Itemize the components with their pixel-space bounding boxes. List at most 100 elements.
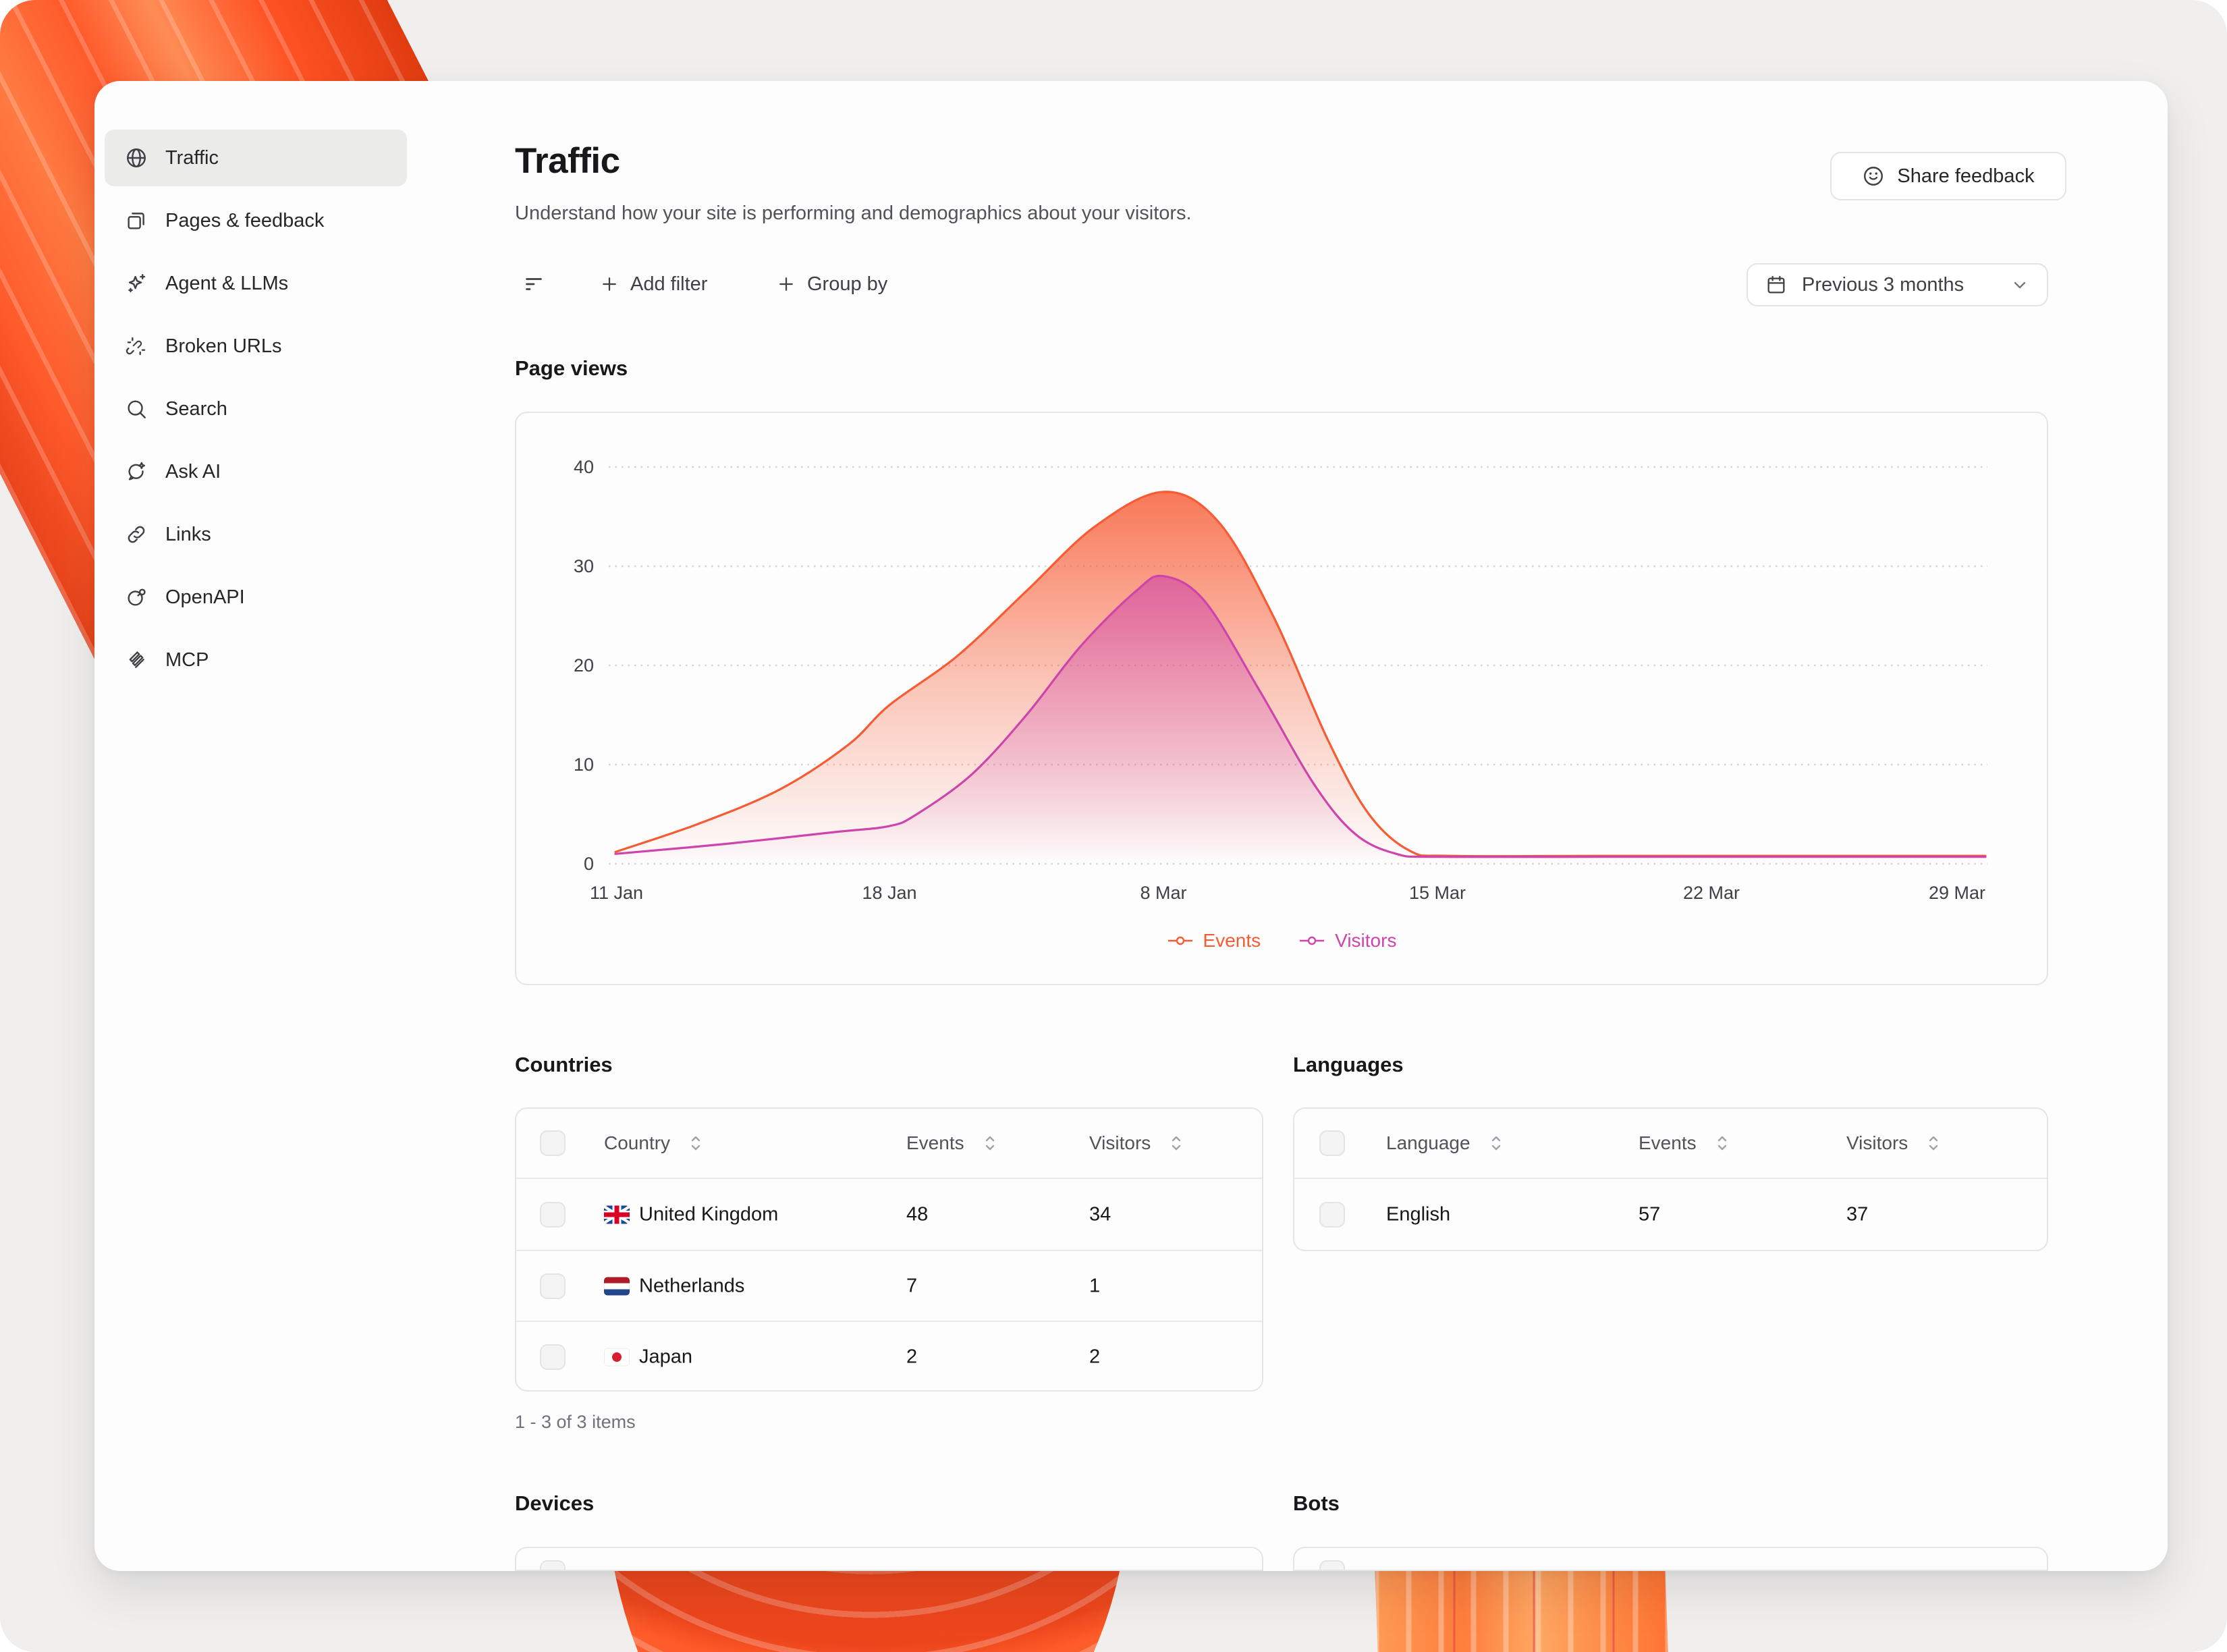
events-cell: 7	[906, 1275, 917, 1297]
broken-link-icon	[125, 335, 148, 358]
sort-icon[interactable]	[1714, 1133, 1730, 1153]
table-row[interactable]: Japan 2 2	[516, 1321, 1262, 1392]
row-checkbox[interactable]	[1319, 1202, 1345, 1228]
countries-heading: Countries	[515, 1053, 613, 1077]
legend-marker-visitors	[1298, 935, 1325, 946]
devices-table	[515, 1547, 1263, 1571]
svg-text:15 Mar: 15 Mar	[1409, 883, 1466, 903]
date-range-dropdown[interactable]: Previous 3 months	[1747, 263, 2048, 306]
chevron-down-icon	[2010, 275, 2029, 294]
table-row[interactable]: English5737	[1294, 1179, 2047, 1250]
link-icon	[125, 523, 148, 546]
sort-icon[interactable]	[1488, 1133, 1504, 1153]
visitors-cell: 2	[1089, 1346, 1100, 1368]
sort-icon[interactable]	[1168, 1133, 1184, 1153]
sort-icon[interactable]	[688, 1133, 704, 1153]
plus-icon	[776, 274, 796, 294]
sidebar-item-links[interactable]: Links	[105, 506, 407, 563]
sidebar-item-label: Pages & feedback	[165, 210, 324, 232]
legend-item-events[interactable]: Events	[1167, 930, 1261, 952]
svg-text:0: 0	[584, 854, 594, 874]
sidebar-item-label: MCP	[165, 649, 209, 671]
smiley-icon	[1862, 165, 1885, 188]
legend-item-visitors[interactable]: Visitors	[1298, 930, 1396, 952]
column-header-language: Language	[1386, 1132, 1470, 1154]
calendar-icon	[1765, 274, 1787, 296]
select-all-checkbox[interactable]	[540, 1560, 566, 1571]
group-by-label: Group by	[807, 273, 887, 296]
page-background: Traffic Pages & feedback Agent & LLMs Br…	[0, 0, 2227, 1652]
bots-heading: Bots	[1293, 1491, 1340, 1516]
bots-table	[1293, 1547, 2048, 1571]
countries-pagination-label: 1 - 3 of 3 items	[515, 1412, 636, 1433]
languages-table-header: Language Events Visitors	[1294, 1109, 2047, 1179]
legend-label: Visitors	[1335, 930, 1396, 952]
sidebar-item-label: Broken URLs	[165, 335, 281, 358]
languages-table: Language Events Visitors English5737	[1293, 1107, 2048, 1251]
svg-text:18 Jan: 18 Jan	[862, 883, 916, 903]
sidebar-item-label: Links	[165, 524, 211, 546]
row-checkbox[interactable]	[540, 1344, 566, 1370]
openapi-icon	[125, 586, 148, 609]
sidebar-item-label: Search	[165, 398, 227, 420]
sidebar-item-agent-llms[interactable]: Agent & LLMs	[105, 255, 407, 312]
app-card: Traffic Pages & feedback Agent & LLMs Br…	[94, 81, 2168, 1571]
column-header-events: Events	[906, 1132, 964, 1154]
name-cell: Netherlands	[604, 1275, 744, 1297]
add-filter-label: Add filter	[630, 273, 707, 296]
sidebar-item-openapi[interactable]: OpenAPI	[105, 569, 407, 626]
page-title: Traffic	[515, 140, 620, 182]
svg-text:22 Mar: 22 Mar	[1683, 883, 1740, 903]
row-checkbox[interactable]	[540, 1273, 566, 1299]
select-all-checkbox[interactable]	[1319, 1560, 1345, 1571]
globe-icon	[125, 146, 148, 169]
sparkles-icon	[125, 272, 148, 295]
page-views-chart[interactable]: 01020304011 Jan18 Jan8 Mar15 Mar22 Mar29…	[516, 413, 2047, 984]
flag-nl-icon	[604, 1277, 630, 1295]
flag-jp-icon	[604, 1348, 630, 1366]
row-checkbox[interactable]	[540, 1202, 566, 1228]
sidebar-item-traffic[interactable]: Traffic	[105, 130, 407, 186]
sidebar-item-broken-urls[interactable]: Broken URLs	[105, 318, 407, 375]
select-all-checkbox[interactable]	[540, 1130, 566, 1156]
filter-lines-icon	[522, 272, 546, 296]
name-cell: Japan	[604, 1346, 692, 1368]
sidebar-item-search[interactable]: Search	[105, 381, 407, 437]
chart-legend: Events Visitors	[516, 930, 2047, 952]
group-by-button[interactable]: Group by	[776, 263, 887, 305]
name-cell: United Kingdom	[604, 1203, 778, 1226]
svg-text:10: 10	[574, 754, 594, 775]
column-header-country: Country	[604, 1132, 670, 1154]
sidebar-item-pages-feedback[interactable]: Pages & feedback	[105, 192, 407, 249]
add-filter-button[interactable]: Add filter	[599, 263, 707, 305]
page-views-chart-card: 01020304011 Jan18 Jan8 Mar15 Mar22 Mar29…	[515, 412, 2048, 985]
share-feedback-button[interactable]: Share feedback	[1830, 152, 2066, 200]
countries-table: Country Events Visitors United Kingdom48…	[515, 1107, 1263, 1392]
layers-icon	[125, 649, 148, 671]
share-feedback-label: Share feedback	[1897, 165, 2034, 188]
sidebar-item-mcp[interactable]: MCP	[105, 632, 407, 688]
filter-button[interactable]	[522, 263, 546, 305]
page-views-heading: Page views	[515, 356, 628, 381]
sidebar-item-label: OpenAPI	[165, 586, 245, 609]
sort-icon[interactable]	[982, 1133, 998, 1153]
events-cell: 48	[906, 1203, 928, 1226]
column-header-events: Events	[1639, 1132, 1697, 1154]
svg-text:8 Mar: 8 Mar	[1140, 883, 1186, 903]
select-all-checkbox[interactable]	[1319, 1130, 1345, 1156]
sort-icon[interactable]	[1925, 1133, 1942, 1153]
screenshot-root: Traffic Pages & feedback Agent & LLMs Br…	[0, 0, 2227, 1652]
svg-text:29 Mar: 29 Mar	[1929, 883, 1985, 903]
name-cell: English	[1386, 1203, 1450, 1226]
languages-table-body: English5737	[1294, 1179, 2047, 1250]
table-row[interactable]: United Kingdom4834	[516, 1179, 1262, 1250]
events-cell: 57	[1639, 1203, 1660, 1226]
languages-heading: Languages	[1293, 1053, 1404, 1077]
sidebar-item-ask-ai[interactable]: Ask AI	[105, 443, 407, 500]
legend-marker-events	[1167, 935, 1194, 946]
events-cell: 2	[906, 1346, 917, 1368]
ask-ai-icon	[125, 460, 148, 483]
table-row[interactable]: Netherlands71	[516, 1250, 1262, 1321]
svg-text:30: 30	[574, 556, 594, 576]
flag-gb-icon	[604, 1205, 630, 1223]
